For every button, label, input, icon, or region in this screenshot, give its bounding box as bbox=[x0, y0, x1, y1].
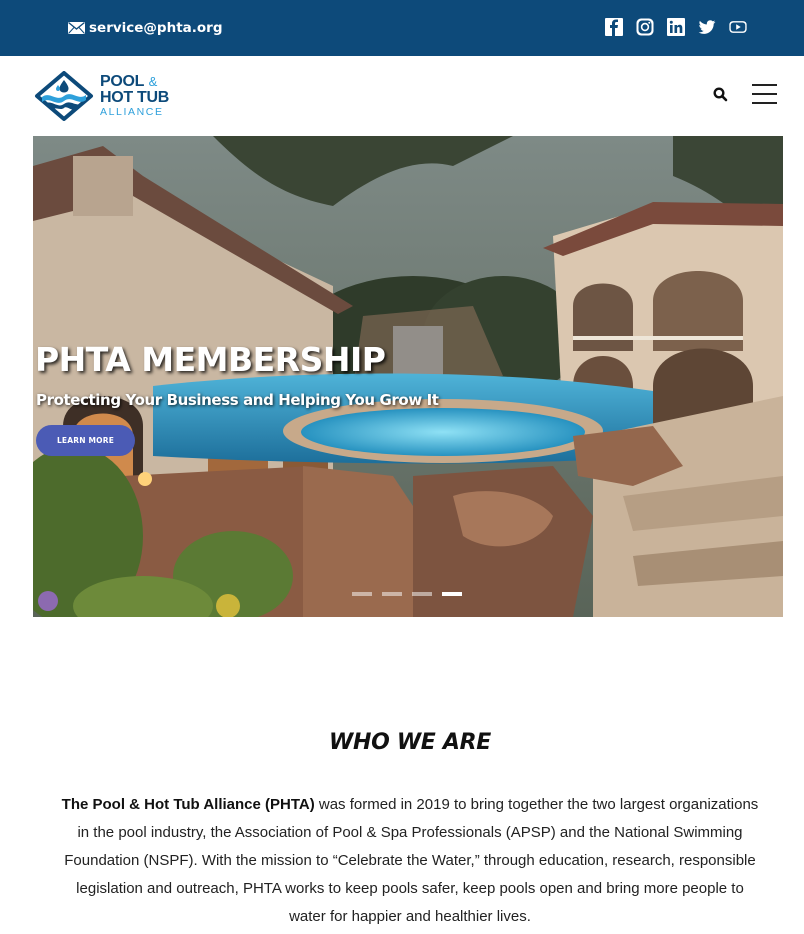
top-bar: service@phta.org bbox=[0, 0, 804, 56]
email-text: service@phta.org bbox=[89, 20, 223, 36]
logo-line-alliance: ALLIANCE bbox=[100, 106, 164, 119]
youtube-icon[interactable] bbox=[728, 17, 748, 37]
slider-dot-2[interactable] bbox=[382, 592, 402, 596]
linkedin-icon[interactable] bbox=[666, 17, 686, 37]
hero-subtitle: Protecting Your Business and Helping You… bbox=[36, 391, 439, 409]
who-we-are-strong: The Pool & Hot Tub Alliance (PHTA) bbox=[61, 796, 315, 813]
slider-dot-3[interactable] bbox=[412, 592, 432, 596]
logo-wordmark: POOL & HOT TUB ALLIANCE bbox=[100, 74, 169, 118]
social-links bbox=[604, 17, 748, 37]
hero-slider: PHTA MEMBERSHIP Protecting Your Business… bbox=[33, 136, 783, 617]
hero-title: PHTA MEMBERSHIP bbox=[35, 340, 386, 379]
logo-ampersand: & bbox=[148, 74, 158, 90]
slider-dot-1[interactable] bbox=[352, 592, 372, 596]
who-we-are-text: The Pool & Hot Tub Alliance (PHTA) was f… bbox=[60, 791, 760, 931]
who-we-are-rest: was formed in 2019 to bring together the… bbox=[64, 796, 759, 925]
logo-mark-icon bbox=[35, 71, 93, 121]
facebook-icon[interactable] bbox=[604, 17, 624, 37]
email-link[interactable]: service@phta.org bbox=[68, 18, 223, 38]
envelope-icon bbox=[68, 22, 85, 34]
search-button[interactable] bbox=[712, 86, 730, 104]
search-icon bbox=[713, 87, 728, 102]
instagram-icon[interactable] bbox=[635, 17, 655, 37]
site-header: POOL & HOT TUB ALLIANCE bbox=[0, 56, 804, 136]
hamburger-menu-icon[interactable] bbox=[752, 83, 778, 105]
slider-dot-4[interactable] bbox=[442, 592, 462, 596]
slider-pagination bbox=[352, 592, 462, 596]
logo-line-pool: POOL bbox=[100, 73, 145, 91]
who-we-are-heading: WHO WE ARE bbox=[329, 730, 491, 755]
logo-line-hot-tub: HOT TUB bbox=[100, 89, 170, 107]
learn-more-button[interactable]: LEARN MORE bbox=[36, 425, 135, 456]
twitter-icon[interactable] bbox=[697, 17, 717, 37]
logo[interactable]: POOL & HOT TUB ALLIANCE bbox=[34, 71, 169, 121]
